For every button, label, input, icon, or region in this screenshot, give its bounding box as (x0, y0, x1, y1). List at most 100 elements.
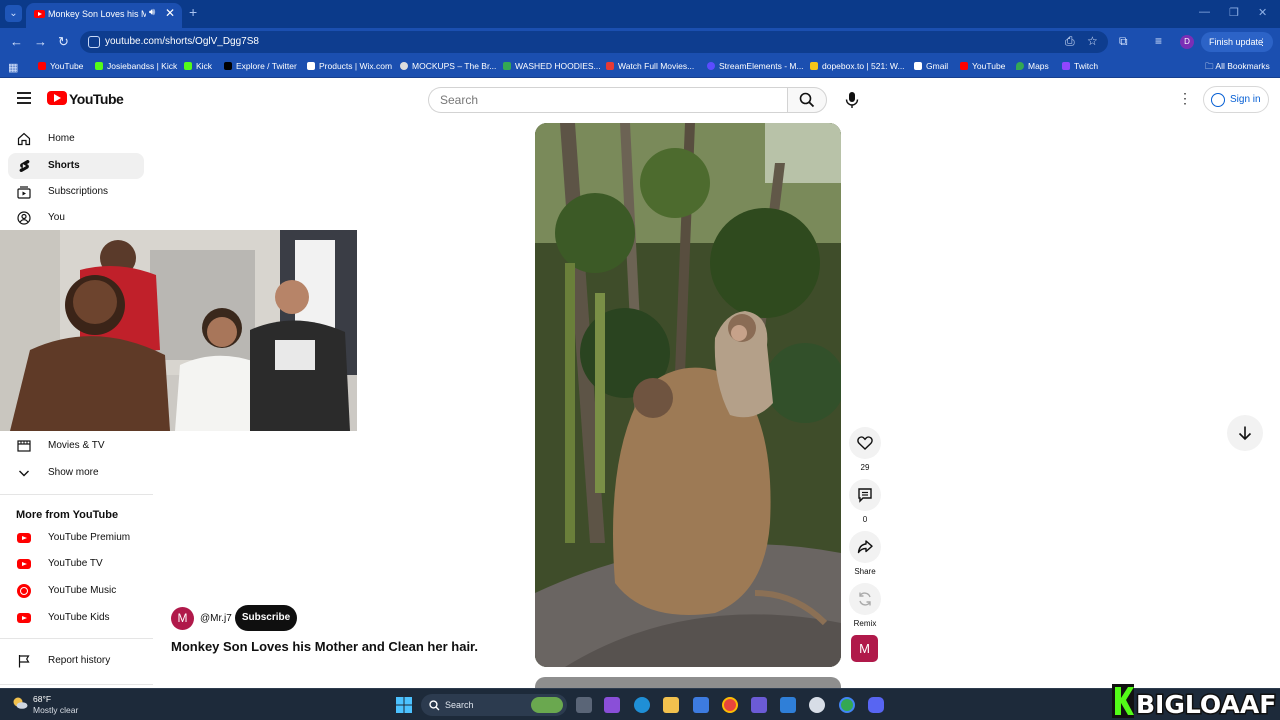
photos-icon[interactable] (780, 697, 796, 713)
taskbar-app-icon[interactable] (693, 697, 709, 713)
bookmark-label: YouTube (972, 61, 1006, 71)
chrome-profile-icon[interactable] (839, 697, 855, 713)
apps-grid-icon[interactable]: ▦ (8, 61, 18, 74)
close-tab-icon[interactable]: ✕ (165, 6, 175, 20)
speaker-icon[interactable]: 🔊︎ (149, 7, 155, 18)
sidebar-item-report-history[interactable]: Report history (8, 648, 144, 674)
video-frame-image (535, 123, 841, 667)
taskbar-search-box[interactable]: Search (421, 694, 567, 716)
minimize-icon[interactable]: — (1199, 6, 1210, 18)
sidebar-item-you[interactable]: You (8, 205, 144, 231)
bookmark-item[interactable]: Gmail (914, 61, 948, 71)
search-input[interactable]: Search (428, 87, 787, 113)
voice-search-button[interactable] (839, 87, 865, 113)
bookmark-label: WASHED HOODIES... (515, 61, 601, 71)
bookmark-label: Products | Wix.com (319, 61, 393, 71)
bookmark-item[interactable]: Explore / Twitter (224, 61, 297, 71)
bookmark-favicon-icon (1062, 62, 1070, 70)
taskbar-app-icon[interactable] (751, 697, 767, 713)
sidebar-item-label: YouTube Kids (48, 612, 110, 623)
comments-button[interactable] (849, 479, 881, 511)
weather-temperature[interactable]: 68°F (33, 694, 51, 704)
forward-arrow-icon[interactable]: → (34, 34, 47, 49)
profile-avatar[interactable]: D (1180, 35, 1194, 49)
extensions-puzzle-icon[interactable]: ⧉ (1119, 34, 1128, 49)
bookmark-item[interactable]: Josiebandss | Kick (95, 61, 177, 71)
finish-update-label: Finish update (1209, 37, 1264, 47)
close-window-icon[interactable]: ✕ (1258, 6, 1267, 19)
channel-avatar[interactable]: M (171, 607, 194, 630)
address-bar[interactable]: youtube.com/shorts/OglV_Dgg7S8 ⎙ ☆ (80, 31, 1108, 53)
sidebar-item-youtube-music[interactable]: YouTube Music (8, 578, 144, 604)
hamburger-menu-icon[interactable] (17, 92, 31, 104)
channel-name[interactable]: @Mr.j7 (200, 613, 232, 624)
next-short-button[interactable] (1227, 415, 1263, 451)
bookmark-favicon-icon (95, 62, 103, 70)
bookmark-item[interactable]: Twitch (1062, 61, 1098, 71)
copilot-icon[interactable] (604, 697, 620, 713)
bookmark-item[interactable]: Products | Wix.com (307, 61, 392, 71)
short-title[interactable]: Monkey Son Loves his Mother and Clean he… (171, 639, 478, 654)
browser-toolbar: ← → ↻ youtube.com/shorts/OglV_Dgg7S8 ⎙ ☆… (0, 28, 1280, 56)
shorts-video-player[interactable] (535, 123, 841, 667)
windows-start-icon[interactable] (396, 697, 412, 713)
bookmark-item[interactable]: Watch Full Movies... (606, 61, 694, 71)
settings-kebab-icon[interactable]: ⋮ (1178, 90, 1192, 107)
browser-tab-active[interactable]: Monkey Son Loves his Moth 🔊︎ ✕ (26, 3, 182, 28)
sidebar-item-movies-tv[interactable]: Movies & TV (8, 433, 144, 459)
edge-browser-icon[interactable] (634, 697, 650, 713)
bookmark-label: Gmail (926, 61, 949, 71)
new-tab-button[interactable]: + (189, 4, 197, 20)
sidebar-item-subscriptions[interactable]: Subscriptions (8, 179, 144, 205)
github-icon[interactable] (809, 697, 825, 713)
bookmark-favicon-icon (38, 62, 46, 70)
sidebar-item-youtube-kids[interactable]: YouTube Kids (8, 605, 144, 631)
share-button[interactable] (849, 531, 881, 563)
like-button[interactable] (849, 427, 881, 459)
bookmark-item[interactable]: Maps (1016, 61, 1049, 71)
subscribe-button[interactable]: Subscribe (235, 605, 297, 631)
reload-icon[interactable]: ↻ (58, 34, 69, 50)
install-app-icon[interactable]: ⎙ (1065, 34, 1075, 49)
bookmark-item[interactable]: YouTube (38, 61, 83, 71)
sidebar-item-shorts[interactable]: Shorts (8, 153, 144, 179)
sidebar-item-show-more[interactable]: Show more (8, 460, 144, 486)
folder-icon: 🗀︎ (1205, 61, 1216, 71)
bookmark-item[interactable]: StreamElements - M... (707, 61, 804, 71)
sidebar-item-label: YouTube Music (48, 585, 117, 596)
subscriptions-icon (17, 186, 31, 199)
sign-in-button[interactable]: Sign in (1203, 86, 1269, 113)
search-button[interactable] (787, 87, 827, 113)
tab-search-button[interactable]: ⌄ (5, 5, 22, 22)
sidebar-item-home[interactable]: Home (8, 126, 144, 152)
sidebar-item-youtube-premium[interactable]: YouTube Premium (8, 525, 144, 551)
chrome-browser-icon[interactable] (722, 697, 738, 713)
like-count: 29 (860, 463, 870, 472)
media-controls-icon[interactable]: ≡ (1155, 34, 1162, 48)
bookmark-favicon-icon (503, 62, 511, 70)
task-view-icon[interactable] (576, 697, 592, 713)
maximize-icon[interactable]: ❐ (1229, 6, 1239, 19)
bookmark-item[interactable]: MOCKUPS – The Br... (400, 61, 496, 71)
sidebar-divider (0, 494, 153, 495)
remix-button[interactable] (849, 583, 881, 615)
webcam-scene-image (0, 230, 357, 431)
bookmark-item[interactable]: Kick (184, 61, 212, 71)
bookmark-star-icon[interactable]: ☆ (1087, 34, 1098, 48)
back-arrow-icon[interactable]: ← (10, 34, 23, 49)
sound-source-avatar[interactable]: M (851, 635, 878, 662)
bookmark-item[interactable]: YouTube (960, 61, 1005, 71)
sidebar-item-youtube-tv[interactable]: YouTube TV (8, 551, 144, 577)
weather-description[interactable]: Mostly clear (33, 705, 78, 715)
finish-update-button[interactable]: Finish update ⋮ (1201, 32, 1273, 52)
bookmark-label: dopebox.to | 521: W... (822, 61, 905, 71)
all-bookmarks-button[interactable]: 🗀︎ All Bookmarks (1205, 61, 1270, 75)
bookmark-item[interactable]: WASHED HOODIES... (503, 61, 601, 71)
youtube-tv-icon (17, 559, 31, 569)
file-explorer-icon[interactable] (663, 697, 679, 713)
bookmark-item[interactable]: dopebox.to | 521: W... (810, 61, 905, 71)
bookmark-favicon-icon (307, 62, 315, 70)
bookmark-favicon-icon (606, 62, 614, 70)
discord-icon[interactable] (868, 697, 884, 713)
site-info-icon[interactable] (88, 36, 100, 48)
